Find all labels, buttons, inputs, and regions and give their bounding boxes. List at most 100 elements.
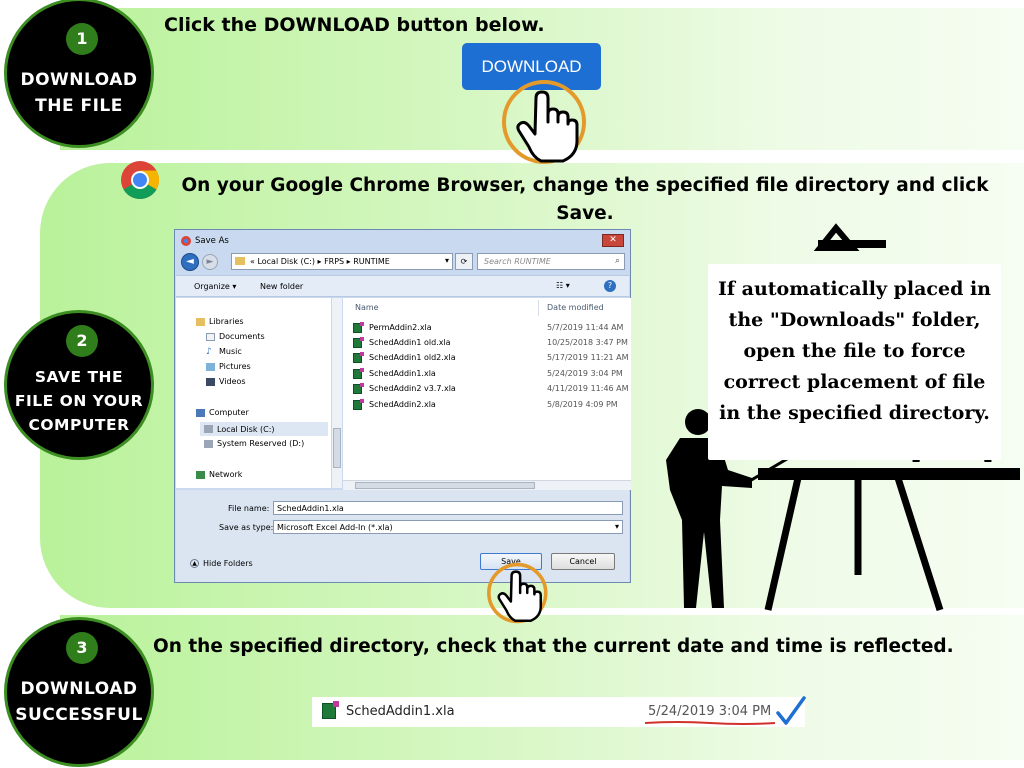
search-placeholder: Search RUNTIME — [484, 257, 551, 266]
excel-file-icon — [353, 337, 364, 348]
computer-icon — [196, 408, 205, 417]
save-type-label: Save as type: — [219, 523, 274, 532]
hide-folders-toggle[interactable]: ▲ Hide Folders — [190, 559, 253, 568]
file-name: SchedAddin1 old.xla — [369, 338, 451, 347]
file-date: 10/25/2018 3:47 PM — [547, 338, 628, 347]
excel-file-icon — [353, 399, 364, 410]
videos-icon — [206, 377, 215, 386]
step-number: 3 — [66, 632, 98, 664]
hide-folders-label: Hide Folders — [203, 559, 253, 568]
step3-badge: 3 DOWNLOAD SUCCESSFUL — [4, 617, 154, 767]
view-options-button[interactable]: ☷ ▾ — [556, 281, 570, 290]
drive-icon — [204, 439, 213, 448]
file-name: PermAddin2.xla — [369, 323, 432, 332]
file-name: SchedAddin1.xla — [369, 369, 436, 378]
address-bar[interactable]: « Local Disk (C:) ▸ FRPS ▸ RUNTIME ▾ — [231, 253, 453, 270]
chevron-down-icon: ▾ — [614, 522, 619, 531]
save-as-dialog: Save As ✕ ◄ ► « Local Disk (C:) ▸ FRPS ▸… — [174, 229, 631, 583]
pointer-hand-icon — [502, 80, 586, 164]
column-header-date[interactable]: Date modified — [547, 303, 604, 312]
file-name: SchedAddin1 old2.xla — [369, 353, 456, 362]
address-path: « Local Disk (C:) ▸ FRPS ▸ RUNTIME — [250, 257, 390, 266]
step-number: 1 — [66, 23, 98, 55]
sidebar-item-videos[interactable]: Videos — [206, 377, 246, 386]
sidebar-item-label: Documents — [219, 332, 265, 341]
close-button[interactable]: ✕ — [602, 234, 624, 247]
result-file-row: SchedAddin1.xla 5/24/2019 3:04 PM — [312, 696, 806, 727]
file-name-label: File name: — [228, 504, 270, 513]
excel-file-icon — [353, 383, 364, 394]
result-file-date: 5/24/2019 3:04 PM — [648, 704, 772, 719]
file-name-field[interactable] — [273, 501, 623, 515]
save-type-value: Microsoft Excel Add-In (*.xla) — [277, 523, 393, 532]
column-divider[interactable] — [538, 300, 539, 316]
chevron-down-icon[interactable]: ▾ — [445, 256, 449, 265]
horizontal-scrollbar[interactable] — [343, 480, 631, 490]
folder-icon — [235, 257, 245, 265]
save-form: File name: Save as type: Microsoft Excel… — [176, 490, 629, 582]
step3-heading: On the specified directory, check that t… — [153, 636, 954, 657]
file-row[interactable]: SchedAddin1 old.xla 10/25/2018 3:47 PM — [353, 337, 628, 351]
network-icon — [196, 470, 205, 479]
drive-icon — [204, 425, 213, 433]
sidebar-item-label: Libraries — [209, 317, 244, 326]
chevron-up-icon: ▲ — [190, 559, 199, 568]
file-date: 4/11/2019 11:46 AM — [547, 384, 629, 393]
new-folder-button[interactable]: New folder — [260, 282, 303, 291]
file-date: 5/24/2019 3:04 PM — [547, 369, 623, 378]
help-icon[interactable]: ? — [604, 280, 616, 292]
file-list: Name Date modified PermAddin2.xla 5/7/20… — [343, 298, 631, 488]
file-name: SchedAddin2 v3.7.xla — [369, 384, 456, 393]
file-row[interactable]: SchedAddin1.xla 5/24/2019 3:04 PM — [353, 368, 623, 382]
note-text: If automatically placed in the "Download… — [717, 278, 992, 424]
step-number: 2 — [66, 325, 98, 357]
step2-badge: 2 SAVE THE FILE ON YOUR COMPUTER — [4, 310, 154, 460]
forward-button[interactable]: ► — [202, 254, 218, 270]
back-button[interactable]: ◄ — [181, 253, 199, 271]
file-row[interactable]: SchedAddin1 old2.xla 5/17/2019 11:21 AM — [353, 352, 629, 366]
excel-file-icon — [353, 368, 364, 379]
sidebar-item-label: Videos — [219, 377, 246, 386]
excel-file-icon — [353, 322, 364, 333]
sidebar-item-documents[interactable]: Documents — [206, 332, 265, 341]
sidebar-item-system-reserved[interactable]: System Reserved (D:) — [204, 439, 304, 448]
result-file-name: SchedAddin1.xla — [346, 704, 455, 719]
dialog-title: Save As — [195, 236, 229, 246]
navigation-pane: Libraries Documents ♪ Music Pictures Vid… — [176, 298, 342, 488]
step1-badge: 1 DOWNLOAD THE FILE — [4, 0, 154, 148]
sidebar-item-label: Computer — [209, 408, 249, 417]
nav-scrollbar[interactable] — [331, 298, 342, 488]
sidebar-item-pictures[interactable]: Pictures — [206, 362, 251, 371]
sidebar-item-libraries[interactable]: Libraries — [196, 317, 244, 326]
file-date: 5/7/2019 11:44 AM — [547, 323, 624, 332]
excel-file-icon — [353, 352, 364, 363]
search-input[interactable]: Search RUNTIME ⌕ — [477, 253, 625, 270]
column-header-name[interactable]: Name — [355, 303, 379, 312]
cancel-button[interactable]: Cancel — [551, 553, 615, 570]
refresh-button[interactable]: ⟳ — [455, 253, 473, 270]
excel-file-icon — [322, 701, 339, 719]
sidebar-item-label: Pictures — [219, 362, 251, 371]
music-icon: ♪ — [206, 346, 212, 357]
file-row[interactable]: PermAddin2.xla 5/7/2019 11:44 AM — [353, 322, 623, 336]
checkmark-icon — [776, 696, 806, 725]
sidebar-item-label: Network — [209, 470, 243, 479]
sidebar-item-computer[interactable]: Computer — [196, 408, 249, 417]
search-icon: ⌕ — [614, 256, 620, 266]
step1-heading: Click the DOWNLOAD button below. — [164, 14, 545, 36]
sidebar-item-network[interactable]: Network — [196, 470, 242, 479]
sidebar-item-label: Local Disk (C:) — [217, 424, 275, 434]
step-label: DOWNLOAD SUCCESSFUL — [15, 679, 143, 725]
pictures-icon — [206, 362, 215, 371]
file-row[interactable]: SchedAddin2 v3.7.xla 4/11/2019 11:46 AM — [353, 383, 629, 397]
step-label: SAVE THE FILE ON YOUR COMPUTER — [14, 368, 144, 434]
organize-menu[interactable]: Organize ▾ — [194, 282, 236, 291]
documents-icon — [206, 332, 215, 341]
chrome-icon — [181, 236, 191, 246]
sidebar-item-local-disk[interactable]: Local Disk (C:) — [200, 422, 328, 436]
instruction-note: If automatically placed in the "Download… — [708, 264, 1001, 460]
file-row[interactable]: SchedAddin2.xla 5/8/2019 4:09 PM — [353, 399, 623, 413]
dialog-toolbar: Organize ▾ New folder ☷ ▾ ? — [176, 275, 629, 297]
save-type-select[interactable]: Microsoft Excel Add-In (*.xla) ▾ — [273, 520, 623, 534]
sidebar-item-music[interactable]: ♪ Music — [206, 347, 242, 356]
